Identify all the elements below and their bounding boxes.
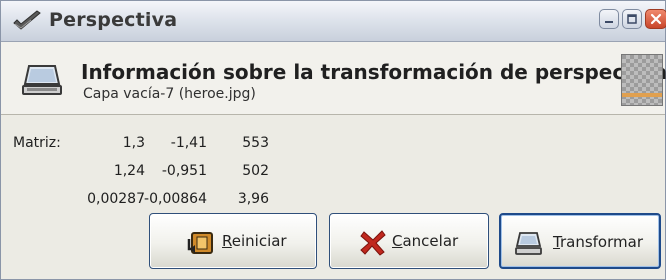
close-icon bbox=[650, 13, 662, 25]
transform-icon bbox=[515, 232, 542, 255]
cancel-label: ancelar bbox=[402, 232, 459, 250]
minimize-button[interactable] bbox=[599, 9, 619, 29]
matrix-cell: 502 bbox=[242, 163, 269, 179]
transform-tool-icon bbox=[22, 65, 62, 95]
reset-label: einiciar bbox=[231, 232, 287, 250]
dialog-header: Información sobre la transformación de p… bbox=[1, 42, 666, 115]
close-button[interactable] bbox=[645, 9, 666, 29]
window-title: Perspectiva bbox=[49, 9, 178, 31]
layer-subtitle: Capa vacía-7 (heroe.jpg) bbox=[83, 86, 256, 102]
cancel-button[interactable]: Cancelar bbox=[329, 213, 489, 269]
cancel-mnemonic: C bbox=[392, 232, 403, 250]
minimize-icon bbox=[605, 21, 613, 23]
maximize-icon bbox=[627, 14, 637, 24]
maximize-button[interactable] bbox=[622, 9, 642, 29]
transform-mnemonic: T bbox=[553, 233, 560, 251]
title-bar[interactable]: Perspectiva bbox=[1, 1, 666, 42]
layer-preview-thumbnail bbox=[621, 54, 663, 106]
matrix-cell: 3,96 bbox=[237, 191, 269, 207]
perspective-dialog: Perspectiva Información sobre la transfo… bbox=[0, 0, 666, 280]
transform-label: ransformar bbox=[559, 233, 643, 251]
reset-button[interactable]: Reiniciar bbox=[149, 213, 317, 269]
perspective-tool-icon bbox=[13, 10, 41, 30]
reset-icon bbox=[187, 232, 213, 254]
dialog-heading: Información sobre la transformación de p… bbox=[81, 60, 666, 84]
transform-button[interactable]: Transformar bbox=[499, 213, 661, 269]
matrix-cell: 553 bbox=[242, 135, 269, 151]
cancel-icon bbox=[360, 230, 386, 256]
reset-mnemonic: R bbox=[222, 232, 232, 250]
layer-preview-strip bbox=[622, 93, 662, 97]
matrix-label: Matriz: bbox=[13, 135, 61, 151]
